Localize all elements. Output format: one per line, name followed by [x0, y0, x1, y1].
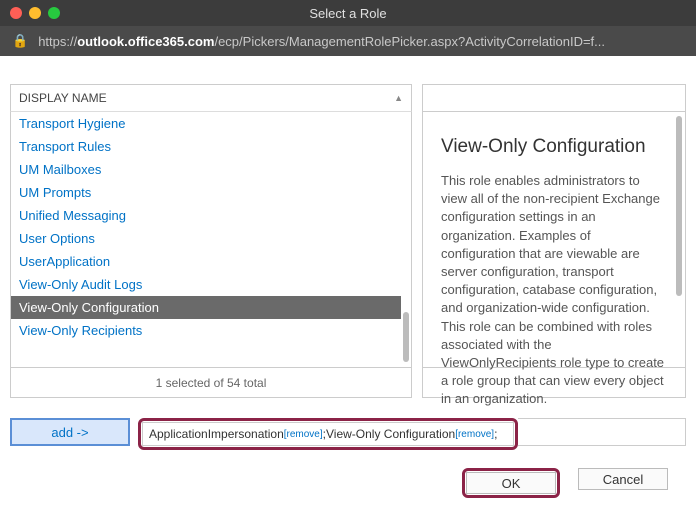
list-item[interactable]: Unified Messaging: [11, 204, 401, 227]
list-item[interactable]: UM Mailboxes: [11, 158, 401, 181]
list-item[interactable]: Transport Hygiene: [11, 112, 401, 135]
sort-asc-icon: ▲: [394, 93, 403, 103]
selected-role-name: ApplicationImpersonation: [149, 427, 284, 441]
detail-title: View-Only Configuration: [441, 136, 667, 158]
scrollbar-thumb[interactable]: [403, 312, 409, 362]
list-item[interactable]: User Options: [11, 227, 401, 250]
list-item[interactable]: View-Only Audit Logs: [11, 273, 401, 296]
list-item[interactable]: UserApplication: [11, 250, 401, 273]
selected-roles-box[interactable]: ApplicationImpersonation[remove]; View-O…: [142, 422, 514, 446]
column-header[interactable]: DISPLAY NAME ▲: [10, 84, 412, 112]
detail-header-blank: [422, 84, 686, 112]
cancel-button[interactable]: Cancel: [578, 468, 668, 490]
list-item[interactable]: View-Only Recipients: [11, 319, 401, 342]
titlebar: Select a Role: [0, 0, 696, 26]
scrollbar-thumb[interactable]: [676, 116, 682, 296]
selected-roles-box-rest[interactable]: [518, 418, 686, 446]
add-button[interactable]: add ->: [10, 418, 130, 446]
selected-roles-highlight: ApplicationImpersonation[remove]; View-O…: [138, 418, 518, 450]
list-item[interactable]: Transport Rules: [11, 135, 401, 158]
url-text: https://outlook.office365.com/ecp/Picker…: [38, 34, 605, 49]
remove-link[interactable]: [remove]: [284, 429, 323, 440]
window-title: Select a Role: [0, 6, 696, 21]
ok-highlight: OK: [462, 468, 560, 498]
list-scrollbar[interactable]: [403, 112, 409, 367]
selected-role-name: View-Only Configuration: [326, 427, 455, 441]
role-list: TenantPlacesManagementTransport HygieneT…: [10, 112, 412, 368]
list-item[interactable]: UM Prompts: [11, 181, 401, 204]
detail-scrollbar[interactable]: [676, 112, 682, 367]
ok-button[interactable]: OK: [466, 472, 556, 494]
list-item[interactable]: View-Only Configuration: [11, 296, 401, 319]
detail-body: This role enables administrators to view…: [441, 172, 667, 408]
selection-count: 1 selected of 54 total: [10, 368, 412, 398]
detail-panel: View-Only Configuration This role enable…: [422, 112, 686, 368]
column-header-label: DISPLAY NAME: [19, 91, 107, 105]
remove-link[interactable]: [remove]: [455, 429, 494, 440]
lock-icon: 🔒: [12, 33, 28, 49]
address-bar: 🔒 https://outlook.office365.com/ecp/Pick…: [0, 26, 696, 56]
